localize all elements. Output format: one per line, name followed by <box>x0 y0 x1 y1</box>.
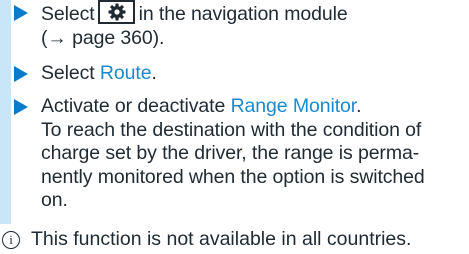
step-marker-icon <box>14 99 28 115</box>
step-3-prefix: Activate or deactivate <box>41 95 231 117</box>
step-3: Activate or deactivate Range Monitor. To… <box>0 94 469 224</box>
note-text: This function is not available in all co… <box>31 228 412 250</box>
manual-page: Select in the navigation module (→ page … <box>0 0 469 254</box>
step-bar <box>0 94 11 224</box>
info-icon: i <box>2 230 20 249</box>
step-2-prefix: Select <box>41 62 100 84</box>
info-icon-glyph: i <box>9 231 13 247</box>
step-3-description-line-1: To reach the destination with the condit… <box>41 118 422 141</box>
step-3-suffix: . <box>356 95 362 117</box>
step-3-description-line-3: nently monitored when the option is swit… <box>41 165 425 188</box>
step-2-text: Select Route. <box>41 60 157 86</box>
step-3-description-line-4: on. <box>41 189 68 211</box>
step-3-line-1: Activate or deactivate Range Monitor. <box>41 95 425 119</box>
step-1-after-text: in the navigation module <box>138 3 348 25</box>
step-1-line-1: Select in the navigation module <box>41 0 348 27</box>
step-2-suffix: . <box>151 62 157 84</box>
step-2: Select Route. <box>0 60 469 94</box>
info-note: i This function is not available in all … <box>0 228 411 252</box>
step-3-text: Activate or deactivate Range Monitor. To… <box>41 94 425 213</box>
step-bar <box>0 60 11 94</box>
range-monitor-link[interactable]: Range Monitor <box>231 95 357 117</box>
step-1: Select in the navigation module (→ page … <box>0 0 469 60</box>
step-marker-icon <box>14 66 28 82</box>
step-1-select-word: Select <box>41 3 95 25</box>
gear-icon <box>108 3 126 21</box>
settings-key <box>97 0 135 24</box>
route-link[interactable]: Route <box>100 62 152 84</box>
instruction-steps: Select in the navigation module (→ page … <box>0 0 469 224</box>
step-1-line-2: (→ page 360). <box>41 26 165 49</box>
step-3-description-line-2: charge set by the driver, the range is p… <box>41 142 420 164</box>
step-bar <box>0 0 11 60</box>
step-marker-icon <box>14 5 28 21</box>
step-1-text: Select in the navigation module (→ page … <box>41 0 348 50</box>
